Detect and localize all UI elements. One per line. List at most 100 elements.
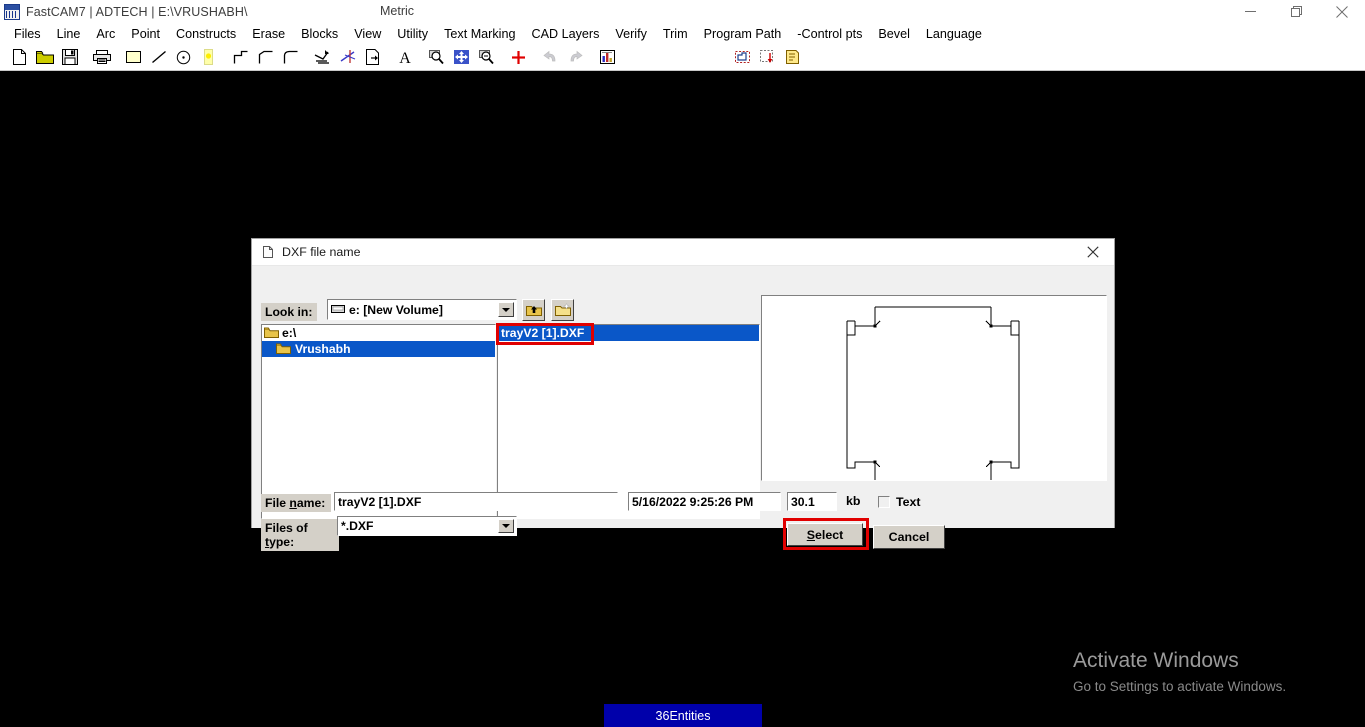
menu-item-text-marking[interactable]: Text Marking <box>436 25 523 43</box>
lead-in-icon[interactable] <box>310 45 335 69</box>
crosshair-icon[interactable] <box>506 45 531 69</box>
fillet-icon[interactable] <box>278 45 303 69</box>
menu-item-files[interactable]: Files <box>6 25 49 43</box>
menu-item-program-path[interactable]: Program Path <box>696 25 790 43</box>
fastcam-logo-icon <box>4 3 20 20</box>
file-list-item-label: trayV2 [1].DXF <box>501 326 585 340</box>
nest-icon[interactable] <box>730 45 755 69</box>
menu-item-control-pts[interactable]: -Control pts <box>789 25 870 43</box>
cut-path-icon[interactable] <box>780 45 805 69</box>
close-icon[interactable] <box>1319 0 1365 23</box>
tree-item-label: e:\ <box>282 326 297 340</box>
main-toolbar: A <box>0 44 1365 71</box>
dialog-title: DXF file name <box>282 245 361 259</box>
menu-item-verify[interactable]: Verify <box>607 25 655 43</box>
rectangle-icon[interactable] <box>121 45 146 69</box>
file-size-unit: kb <box>846 494 861 508</box>
file-date-value: 5/16/2022 9:25:26 PM <box>632 494 754 509</box>
text-checkbox[interactable] <box>878 496 890 508</box>
pan-icon[interactable] <box>449 45 474 69</box>
entity-count-status: 36Entities <box>604 704 762 727</box>
files-of-type-value: *.DXF <box>341 519 374 533</box>
file-date-field: 5/16/2022 9:25:26 PM <box>628 492 781 511</box>
up-one-level-icon[interactable] <box>522 299 545 321</box>
dialog-title-bar: DXF file name <box>252 239 1114 266</box>
new-file-icon[interactable] <box>7 45 32 69</box>
restore-icon[interactable] <box>1273 0 1319 23</box>
tree-item-root[interactable]: e:\ <box>262 325 495 341</box>
new-folder-icon[interactable] <box>551 299 574 321</box>
chevron-down-icon[interactable] <box>498 519 514 533</box>
dialog-close-icon[interactable] <box>1072 239 1114 265</box>
step-corner-icon[interactable] <box>228 45 253 69</box>
undo-icon[interactable] <box>538 45 563 69</box>
trim-icon[interactable] <box>335 45 360 69</box>
file-name-label: File name: <box>261 494 331 512</box>
application-window: FastCAM7 | ADTECH | E:\VRUSHABH\ Metric <box>0 0 1365 727</box>
cancel-button[interactable]: Cancel <box>873 525 945 549</box>
text-checkbox-label: Text <box>896 495 921 509</box>
menu-item-trim[interactable]: Trim <box>655 25 696 43</box>
file-size-value: 30.1 <box>791 494 815 509</box>
menu-item-constructs[interactable]: Constructs <box>168 25 244 43</box>
chamfer-icon[interactable] <box>253 45 278 69</box>
plate-icon[interactable] <box>755 45 780 69</box>
print-icon[interactable] <box>89 45 114 69</box>
file-size-field: 30.1 <box>787 492 837 511</box>
menu-bar: Files Line Arc Point Constructs Erase Bl… <box>0 23 1365 44</box>
line-icon[interactable] <box>146 45 171 69</box>
text-icon[interactable]: A <box>392 45 417 69</box>
svg-text:A: A <box>399 50 411 65</box>
file-list-pane[interactable]: trayV2 [1].DXF <box>497 324 760 519</box>
dxf-file-dialog: DXF file name Look in: e: [New Volume] e… <box>251 238 1115 551</box>
chevron-down-icon[interactable] <box>498 302 514 317</box>
watermark-subtitle: Go to Settings to activate Windows. <box>1073 679 1287 694</box>
circle-icon[interactable] <box>171 45 196 69</box>
open-folder-icon <box>264 327 279 339</box>
select-button-label: Select <box>806 527 844 542</box>
menu-item-erase[interactable]: Erase <box>244 25 293 43</box>
file-name-input[interactable]: trayV2 [1].DXF <box>334 492 618 511</box>
drive-icon <box>331 304 345 315</box>
cancel-button-label: Cancel <box>888 530 930 544</box>
files-of-type-combo[interactable]: *.DXF <box>337 516 517 536</box>
folder-tree-pane[interactable]: e:\ Vrushabh <box>261 324 496 519</box>
menu-item-utility[interactable]: Utility <box>389 25 436 43</box>
select-button[interactable]: Select <box>787 523 863 546</box>
menu-item-bevel[interactable]: Bevel <box>870 25 918 43</box>
file-list-item[interactable]: trayV2 [1].DXF <box>498 325 759 341</box>
tree-item-vrushabh[interactable]: Vrushabh <box>262 341 495 357</box>
export-icon[interactable] <box>360 45 385 69</box>
save-disk-icon[interactable] <box>57 45 82 69</box>
watermark-title: Activate Windows <box>1073 649 1239 672</box>
look-in-combo[interactable]: e: [New Volume] <box>327 299 517 320</box>
text-checkbox-group[interactable]: Text <box>878 495 921 509</box>
menu-item-point[interactable]: Point <box>123 25 168 43</box>
window-title: FastCAM7 | ADTECH | E:\VRUSHABH\ <box>26 4 248 19</box>
units-label: Metric <box>380 4 415 18</box>
zoom-extents-icon[interactable] <box>474 45 499 69</box>
file-name-value: trayV2 [1].DXF <box>338 494 422 509</box>
redo-icon[interactable] <box>563 45 588 69</box>
zoom-window-icon[interactable] <box>424 45 449 69</box>
tray-outline-drawing <box>846 306 1020 480</box>
point-icon[interactable] <box>196 45 221 69</box>
chart-icon[interactable] <box>595 45 620 69</box>
menu-item-language[interactable]: Language <box>918 25 990 43</box>
window-controls <box>1227 0 1365 23</box>
dxf-preview-pane <box>761 295 1107 481</box>
look-in-label: Look in: <box>261 303 317 321</box>
dialog-body: Look in: e: [New Volume] e:\ Vrushabh tr… <box>252 266 1114 551</box>
open-folder-icon[interactable] <box>32 45 57 69</box>
menu-item-arc[interactable]: Arc <box>88 25 123 43</box>
menu-item-cad-layers[interactable]: CAD Layers <box>523 25 607 43</box>
menu-item-line[interactable]: Line <box>49 25 89 43</box>
minimize-icon[interactable] <box>1227 0 1273 23</box>
menu-item-view[interactable]: View <box>346 25 389 43</box>
document-icon <box>261 245 275 259</box>
folder-icon <box>276 343 291 355</box>
title-bar: FastCAM7 | ADTECH | E:\VRUSHABH\ Metric <box>0 0 1365 23</box>
tree-item-label: Vrushabh <box>295 342 351 356</box>
files-of-type-label: Files of type: <box>261 519 339 551</box>
menu-item-blocks[interactable]: Blocks <box>293 25 346 43</box>
